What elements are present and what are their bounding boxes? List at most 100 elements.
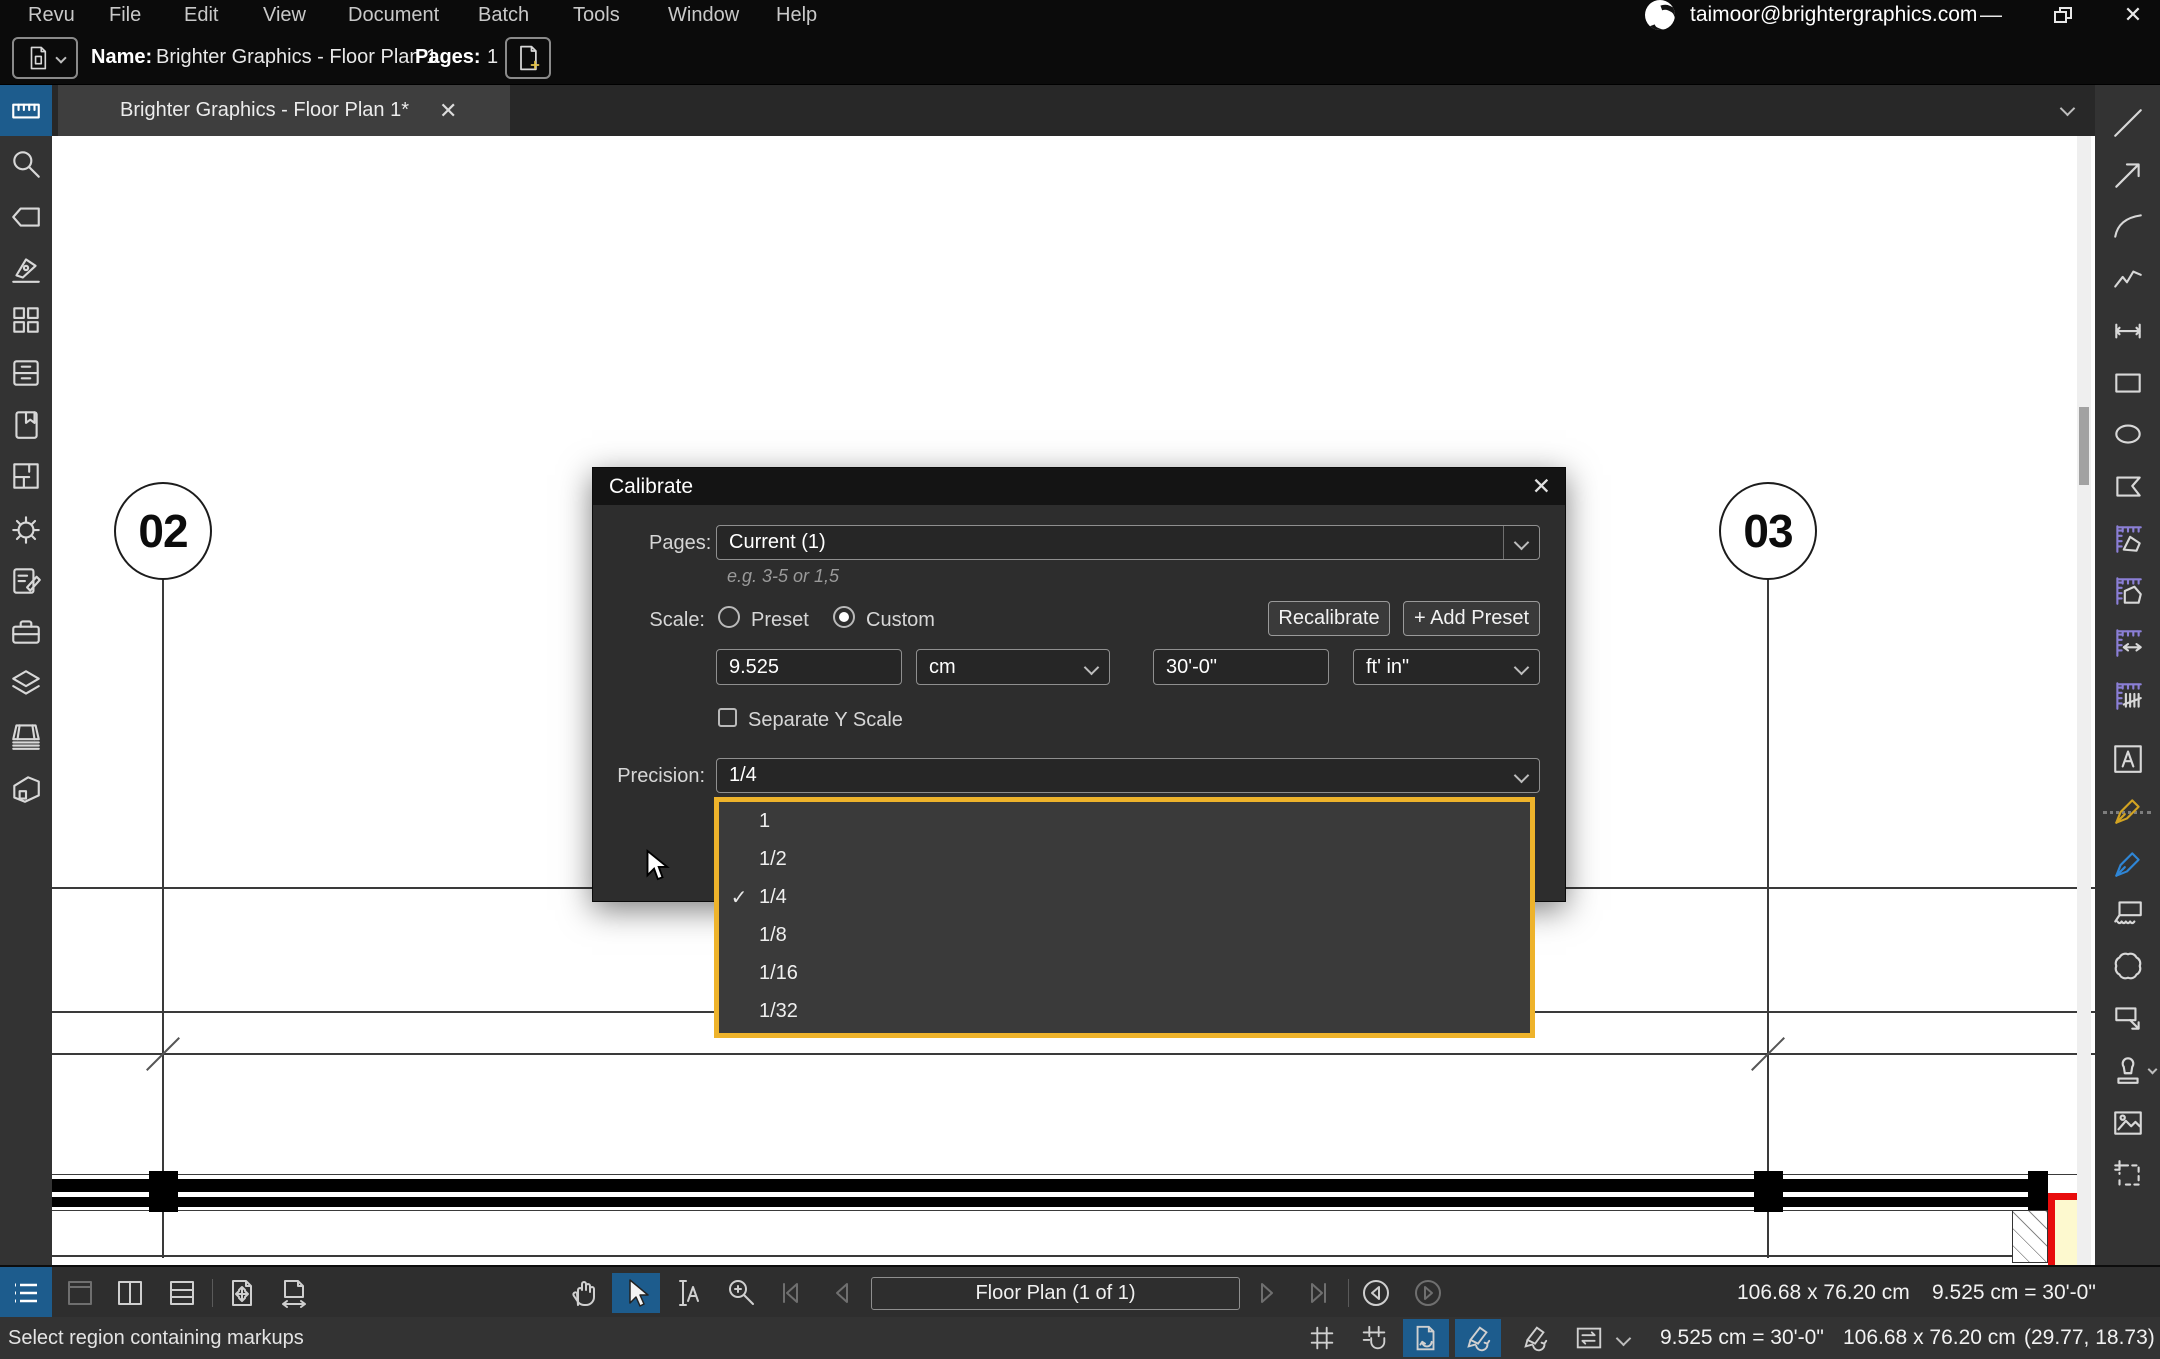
- measure-perimeter-button[interactable]: [2108, 519, 2148, 559]
- next-view-button[interactable]: [1406, 1273, 1450, 1313]
- measure-length-button[interactable]: [2108, 623, 2148, 663]
- precision-select[interactable]: 1/4: [716, 758, 1540, 793]
- document-menu-button[interactable]: [12, 37, 78, 79]
- precision-option-1[interactable]: 1: [719, 802, 1530, 840]
- tab-list-chevron-icon[interactable]: [2060, 101, 2076, 117]
- reuse-markup-button[interactable]: [1455, 1319, 1501, 1357]
- arrow-tool-button[interactable]: [2108, 155, 2148, 195]
- recalibrate-button[interactable]: Recalibrate: [1268, 601, 1390, 636]
- last-page-button[interactable]: [1296, 1273, 1340, 1313]
- scale-unit-1-select[interactable]: cm: [916, 649, 1110, 685]
- model-panel-button[interactable]: [6, 769, 46, 809]
- tab-floor-plan[interactable]: Brighter Graphics - Floor Plan 1* ✕: [58, 85, 510, 136]
- highlighter-tool-button[interactable]: [2108, 791, 2148, 831]
- arc-tool-button[interactable]: [2108, 206, 2148, 246]
- separate-y-checkbox[interactable]: [718, 708, 737, 727]
- bookmarks-panel-button[interactable]: [6, 405, 46, 445]
- menu-file[interactable]: File: [103, 0, 147, 30]
- close-button[interactable]: ✕: [2110, 0, 2156, 30]
- file-access-button[interactable]: [6, 353, 46, 393]
- sync-options-chevron-icon[interactable]: [1616, 1331, 1632, 1347]
- pan-tool-button[interactable]: [562, 1273, 606, 1313]
- select-text-button[interactable]: [666, 1273, 710, 1313]
- polygon-tool-button[interactable]: [2108, 466, 2148, 506]
- toolchest-panel-button[interactable]: [6, 612, 46, 652]
- precision-option-1-4[interactable]: ✓1/4: [719, 878, 1530, 916]
- spaces-panel-button[interactable]: [6, 456, 46, 496]
- next-page-button[interactable]: [1244, 1273, 1288, 1313]
- menu-document[interactable]: Document: [342, 0, 445, 30]
- pages-select-chevron[interactable]: [1503, 526, 1539, 559]
- text-box-tool-button[interactable]: [2108, 739, 2148, 779]
- menu-edit[interactable]: Edit: [178, 0, 224, 30]
- scrollbar-thumb[interactable]: [2079, 407, 2089, 485]
- reuse-document-button[interactable]: [1403, 1319, 1449, 1357]
- page-display-box[interactable]: Floor Plan (1 of 1): [871, 1277, 1240, 1310]
- fit-page-button[interactable]: [220, 1273, 264, 1313]
- drawings-panel-button[interactable]: [6, 716, 46, 756]
- snap-to-grid-button[interactable]: [1351, 1319, 1397, 1357]
- measure-area-button[interactable]: [2108, 571, 2148, 611]
- tool-reuse-button[interactable]: [1512, 1319, 1558, 1357]
- precision-option-1-2[interactable]: 1/2: [719, 840, 1530, 878]
- polyline-tool-button[interactable]: [2108, 258, 2148, 298]
- stamp-tool-button[interactable]: [2108, 1050, 2148, 1090]
- measure-panel-button[interactable]: [0, 85, 52, 136]
- menu-revu[interactable]: Revu: [22, 0, 81, 30]
- callout-arrow-tool-button[interactable]: [2108, 998, 2148, 1038]
- zoom-tool-button[interactable]: [719, 1273, 763, 1313]
- dimension-tool-button[interactable]: [2108, 311, 2148, 351]
- fit-width-button[interactable]: [272, 1273, 316, 1313]
- thumbnails-panel-button[interactable]: [6, 300, 46, 340]
- callout-tool-button[interactable]: [2108, 893, 2148, 933]
- first-page-button[interactable]: [769, 1273, 813, 1313]
- preset-radio[interactable]: [718, 606, 740, 628]
- cloud-tool-button[interactable]: [2108, 946, 2148, 986]
- markup-list-panel-button[interactable]: [6, 561, 46, 601]
- snapshot-tool-button[interactable]: [2108, 1156, 2148, 1196]
- ellipse-tool-button[interactable]: [2108, 414, 2148, 454]
- dialog-close-icon[interactable]: ✕: [1532, 473, 1551, 500]
- precision-select-chevron[interactable]: [1503, 759, 1539, 792]
- scale-unit-2-select[interactable]: ft' in": [1353, 649, 1540, 685]
- menu-help[interactable]: Help: [770, 0, 823, 30]
- add-preset-button[interactable]: + Add Preset: [1403, 601, 1540, 636]
- sync-views-button[interactable]: [1566, 1319, 1612, 1357]
- line-tool-button[interactable]: [2108, 103, 2148, 143]
- rectangle-tool-button[interactable]: [2108, 363, 2148, 403]
- single-pane-button[interactable]: [58, 1273, 102, 1313]
- pages-select[interactable]: Current (1): [716, 525, 1540, 560]
- pen-tool-button[interactable]: [2108, 844, 2148, 884]
- tab-close-icon[interactable]: ✕: [439, 98, 457, 124]
- add-page-button[interactable]: [505, 37, 551, 79]
- dialog-header[interactable]: Calibrate ✕: [593, 468, 1565, 505]
- menu-batch[interactable]: Batch: [472, 0, 535, 30]
- scale-value-1-input[interactable]: [716, 649, 902, 685]
- vertical-scrollbar[interactable]: [2077, 136, 2091, 1265]
- settings-panel-button[interactable]: [6, 510, 46, 550]
- scale-unit-1-chevron[interactable]: [1073, 650, 1109, 684]
- previous-view-button[interactable]: [1354, 1273, 1398, 1313]
- precision-option-1-16[interactable]: 1/16: [719, 954, 1530, 992]
- menu-tools[interactable]: Tools: [567, 0, 626, 30]
- menu-window[interactable]: Window: [662, 0, 745, 30]
- split-vertical-button[interactable]: [108, 1273, 152, 1313]
- previous-page-button[interactable]: [821, 1273, 865, 1313]
- account-email[interactable]: taimoor@brightergraphics.com: [1690, 0, 1977, 30]
- split-horizontal-button[interactable]: [160, 1273, 204, 1313]
- restore-button[interactable]: [2040, 0, 2086, 30]
- count-tool-button[interactable]: [2108, 676, 2148, 716]
- search-panel-button[interactable]: [6, 145, 46, 185]
- markup-list-toggle-button[interactable]: [0, 1267, 52, 1319]
- tags-panel-button[interactable]: [6, 197, 46, 237]
- precision-option-1-8[interactable]: 1/8: [719, 916, 1530, 954]
- scale-unit-2-chevron[interactable]: [1503, 650, 1539, 684]
- menu-view[interactable]: View: [257, 0, 312, 30]
- layers-panel-button[interactable]: [6, 664, 46, 704]
- markup-tools-button[interactable]: [6, 249, 46, 289]
- scale-value-2-input[interactable]: [1153, 649, 1329, 685]
- image-tool-button[interactable]: [2108, 1103, 2148, 1143]
- select-tool-button[interactable]: [612, 1273, 660, 1313]
- grid-toggle-button[interactable]: [1299, 1319, 1345, 1357]
- custom-radio[interactable]: [833, 606, 855, 628]
